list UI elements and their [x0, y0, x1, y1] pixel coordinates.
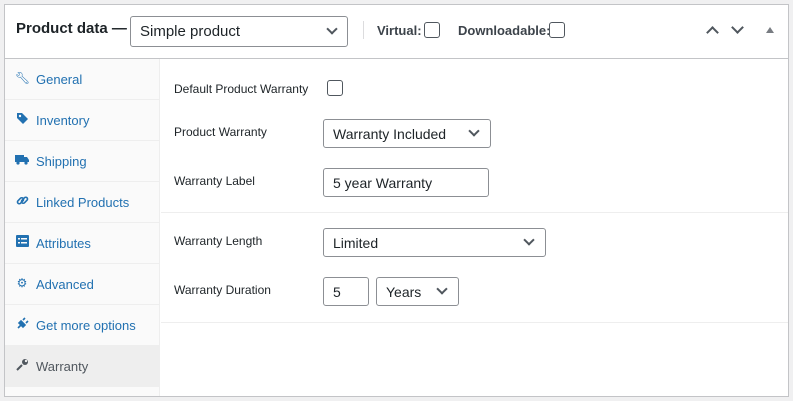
gear-icon: ⚙ [16, 276, 28, 290]
panel-header: Product data — Simple product Virtual: D… [5, 5, 788, 59]
virtual-label: Virtual: [377, 23, 422, 38]
tab-attributes[interactable]: Attributes [5, 223, 160, 264]
tab-label: General [36, 72, 83, 87]
product-warranty-value: Warranty Included [333, 126, 447, 142]
chevron-up-icon[interactable] [706, 26, 719, 39]
list-icon [15, 235, 29, 249]
virtual-checkbox[interactable] [424, 22, 440, 38]
triangle-up-icon[interactable] [766, 27, 774, 33]
header-divider [363, 21, 364, 39]
warranty-label-value: 5 year Warranty [333, 175, 433, 191]
tab-advanced[interactable]: ⚙ Advanced [5, 264, 160, 305]
tab-shipping[interactable]: Shipping [5, 141, 160, 182]
tag-icon [15, 112, 29, 126]
tab-general[interactable]: 🔧︎ General [5, 59, 160, 100]
default-warranty-label: Default Product Warranty [174, 82, 309, 96]
product-type-value: Simple product [140, 23, 241, 40]
truck-icon [15, 153, 29, 167]
tab-label: Inventory [36, 113, 90, 128]
chevron-down-icon [523, 234, 535, 246]
warranty-length-value: Limited [333, 235, 379, 251]
warranty-label-label: Warranty Label [174, 174, 255, 188]
tab-linked-products[interactable]: Linked Products [5, 182, 160, 223]
product-warranty-select[interactable]: Warranty Included [323, 119, 491, 148]
product-warranty-label: Product Warranty [174, 125, 267, 139]
tab-label: Shipping [36, 154, 87, 169]
warranty-duration-unit-value: Years [386, 284, 422, 300]
tab-warranty[interactable]: Warranty [5, 346, 160, 387]
product-data-panel: Product data — Simple product Virtual: D… [4, 4, 789, 397]
chevron-down-icon [326, 23, 338, 35]
chevron-down-icon[interactable] [731, 21, 744, 34]
warranty-duration-label: Warranty Duration [174, 283, 271, 297]
group-divider [161, 322, 788, 323]
wrench-icon [15, 358, 29, 372]
chevron-down-icon [436, 283, 448, 295]
tab-label: Advanced [36, 277, 94, 292]
panel-title: Product data — [16, 20, 127, 37]
downloadable-label: Downloadable: [458, 23, 551, 38]
wrench-icon: 🔧︎ [15, 71, 31, 85]
warranty-length-select[interactable]: Limited [323, 228, 546, 257]
tab-label: Linked Products [36, 195, 130, 210]
group-divider [161, 212, 788, 213]
product-data-tabs: 🔧︎ General Inventory Shipping Linked Pro… [5, 59, 160, 396]
tab-label: Get more options [36, 318, 136, 333]
warranty-duration-unit-select[interactable]: Years [376, 277, 459, 306]
tab-get-more-options[interactable]: Get more options [5, 305, 160, 346]
product-type-select[interactable]: Simple product [130, 16, 348, 47]
chevron-down-icon [468, 125, 480, 137]
tab-inventory[interactable]: Inventory [5, 100, 160, 141]
warranty-duration-input[interactable]: 5 [323, 277, 369, 306]
link-icon [15, 194, 29, 208]
warranty-duration-value: 5 [333, 284, 341, 300]
tab-label: Attributes [36, 236, 91, 251]
warranty-panel: Default Product Warranty Product Warrant… [161, 59, 788, 396]
downloadable-checkbox[interactable] [549, 22, 565, 38]
tab-label: Warranty [36, 359, 89, 374]
plugin-icon [15, 317, 29, 331]
default-warranty-checkbox[interactable] [327, 80, 343, 96]
warranty-label-input[interactable]: 5 year Warranty [323, 168, 489, 197]
warranty-length-label: Warranty Length [174, 234, 263, 248]
